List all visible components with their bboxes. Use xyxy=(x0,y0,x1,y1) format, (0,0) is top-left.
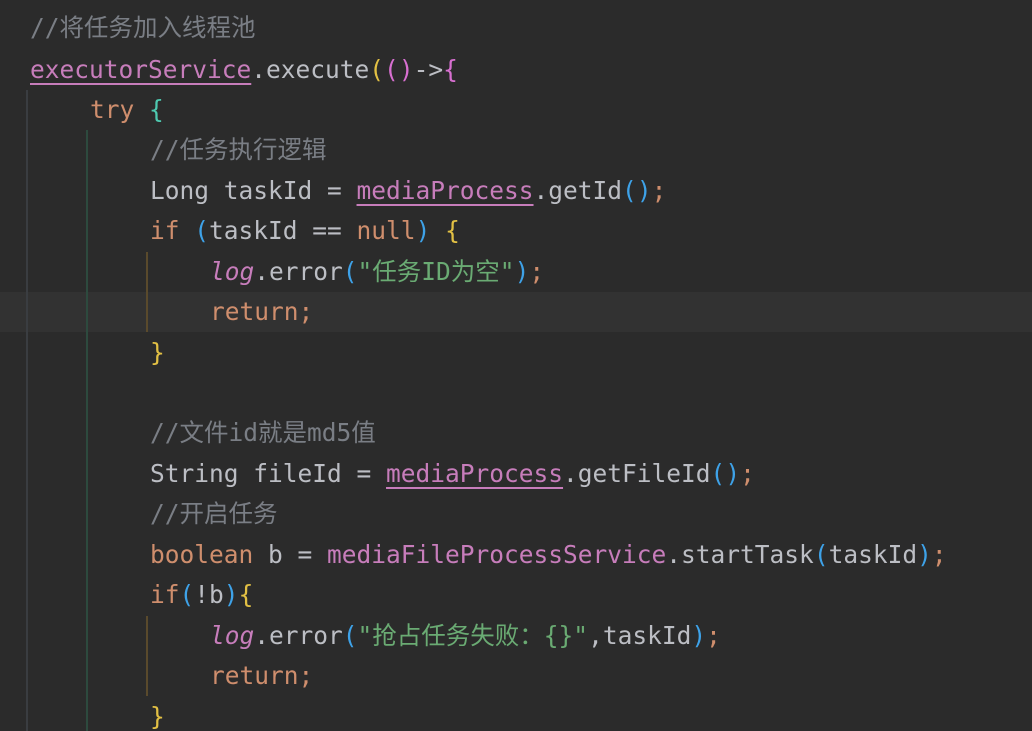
code-token: .execute xyxy=(251,55,370,84)
code-line[interactable]: executorService.execute(()->{ xyxy=(30,50,458,91)
code-token: ( xyxy=(710,459,726,488)
code-token: ( xyxy=(342,621,358,650)
code-token: try xyxy=(90,95,150,124)
code-token: b = xyxy=(268,540,328,569)
code-token: "抢占任务失败：{}" xyxy=(357,621,589,650)
code-token: log xyxy=(210,621,255,650)
code-token: { xyxy=(445,216,460,245)
code-token: .startTask xyxy=(666,540,814,569)
code-token: ) xyxy=(514,257,530,286)
code-token: -> xyxy=(413,55,444,84)
code-line[interactable]: String fileId = mediaProcess.getFileId()… xyxy=(150,454,755,495)
code-line[interactable]: } xyxy=(150,697,165,731)
code-token: .error xyxy=(254,621,343,650)
code-token: } xyxy=(150,702,165,731)
code-token: executorService xyxy=(30,55,252,84)
code-token: //开启任务 xyxy=(150,499,278,528)
code-token: .error xyxy=(254,257,343,286)
code-line[interactable]: log.error("任务ID为空"); xyxy=(210,252,544,293)
code-token: return; xyxy=(210,297,314,326)
code-token: //任务执行逻辑 xyxy=(150,135,327,164)
code-token: ; xyxy=(931,540,947,569)
code-token: { xyxy=(443,55,458,84)
code-token: .getId xyxy=(533,176,623,205)
code-line[interactable]: //将任务加入线程池 xyxy=(30,8,256,49)
code-token: ( xyxy=(384,55,399,84)
code-line[interactable]: //开启任务 xyxy=(150,494,278,535)
code-token: ( xyxy=(342,257,358,286)
code-line[interactable]: if (taskId == null) { xyxy=(150,211,460,252)
code-token: String fileId = xyxy=(150,459,387,488)
code-token: ( xyxy=(622,176,637,205)
code-token: //将任务加入线程池 xyxy=(30,13,256,42)
code-token: ( xyxy=(179,580,195,609)
code-token: ( xyxy=(369,55,385,84)
code-token: ,taskId xyxy=(588,621,692,650)
indent-guide xyxy=(146,252,148,332)
code-token: mediaFileProcessService xyxy=(327,540,667,569)
code-token: mediaProcess xyxy=(386,459,564,488)
code-token: //文件id就是md5值 xyxy=(150,418,376,447)
code-token: { xyxy=(238,580,254,609)
code-token: ) xyxy=(917,540,932,569)
code-token: ; xyxy=(529,257,545,286)
code-token: ) xyxy=(415,216,446,245)
code-token: } xyxy=(150,338,165,367)
code-token: mediaProcess xyxy=(356,176,534,205)
code-line[interactable]: //文件id就是md5值 xyxy=(150,413,376,454)
code-token: taskId xyxy=(828,540,918,569)
code-line[interactable]: return; xyxy=(210,292,313,333)
code-token: ) xyxy=(398,55,414,84)
indent-guide xyxy=(146,616,148,696)
indent-guide xyxy=(26,90,28,731)
code-token: if xyxy=(150,216,195,245)
code-token: log xyxy=(210,257,255,286)
code-line[interactable]: try { xyxy=(90,90,164,131)
code-token: ( xyxy=(194,216,210,245)
code-line[interactable]: if(!b){ xyxy=(150,575,253,616)
code-line[interactable]: Long taskId = mediaProcess.getId(); xyxy=(150,171,666,212)
code-token: ( xyxy=(813,540,829,569)
code-token: !b xyxy=(194,580,224,609)
code-token: boolean xyxy=(150,540,269,569)
code-line[interactable]: return; xyxy=(210,656,313,697)
code-token: if xyxy=(150,580,180,609)
code-token: taskId == xyxy=(209,216,357,245)
code-token: null xyxy=(356,216,416,245)
code-token: Long taskId = xyxy=(150,176,357,205)
code-line[interactable]: boolean b = mediaFileProcessService.star… xyxy=(150,535,947,576)
code-line[interactable]: } xyxy=(150,333,165,374)
code-editor[interactable]: //将任务加入线程池 executorService.execute(()->{t… xyxy=(0,0,1032,731)
code-token: { xyxy=(149,95,164,124)
code-token: .getFileId xyxy=(563,459,711,488)
code-token: ; xyxy=(651,176,667,205)
code-token: ; xyxy=(706,621,721,650)
code-line[interactable]: //任务执行逻辑 xyxy=(150,130,327,171)
code-line[interactable]: log.error("抢占任务失败：{}",taskId); xyxy=(210,616,721,657)
current-line-highlight xyxy=(0,292,1032,332)
code-token: ) xyxy=(691,621,707,650)
code-token: ) xyxy=(223,580,239,609)
code-token: ; xyxy=(740,459,755,488)
code-token: ) xyxy=(725,459,741,488)
code-token: "任务ID为空" xyxy=(357,257,515,286)
code-token: ) xyxy=(636,176,652,205)
code-token: return; xyxy=(210,661,314,690)
indent-guide xyxy=(86,130,88,731)
